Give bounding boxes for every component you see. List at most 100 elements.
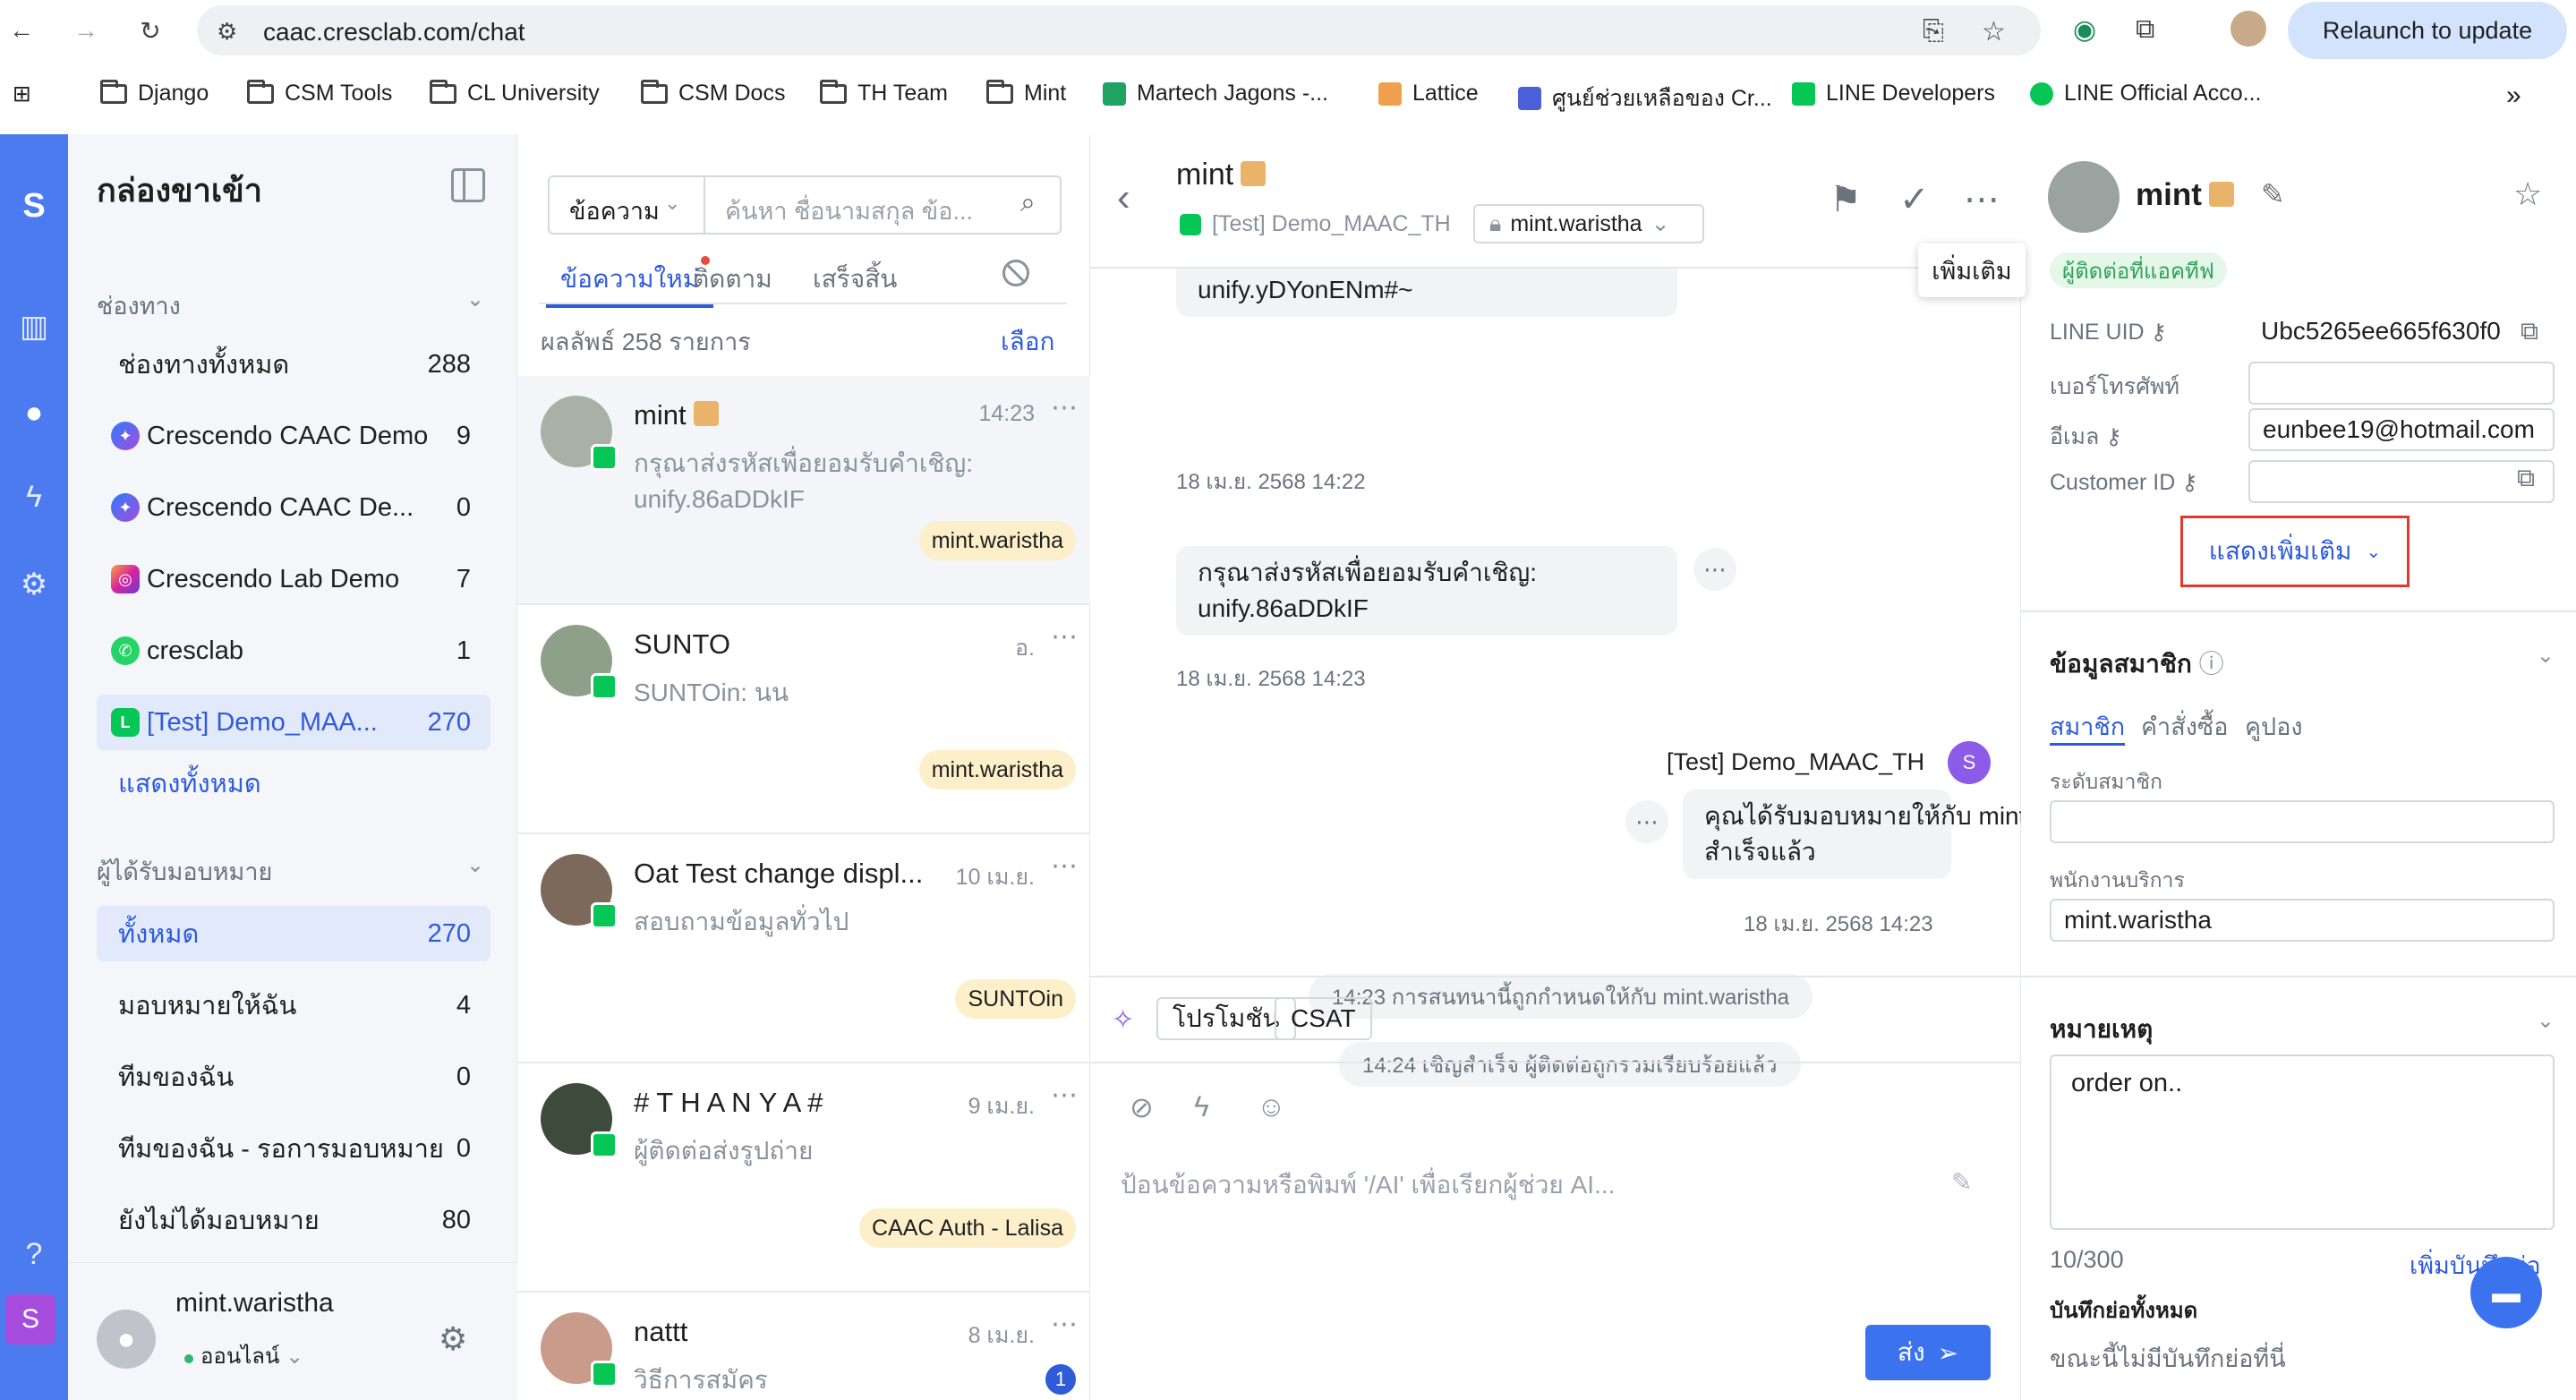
quick-action-icon[interactable]: ϟ xyxy=(1194,1090,1209,1123)
chevron-down-icon[interactable]: ⌄ xyxy=(664,192,680,215)
channel-cresclab[interactable]: ✆ cresclab 1 xyxy=(97,623,490,679)
tab-new-messages[interactable]: ข้อความใหม่ xyxy=(545,256,714,308)
email-field[interactable]: eunbee19@hotmail.com xyxy=(2248,408,2555,451)
install-app-icon[interactable]: ⎘ xyxy=(1923,16,1944,47)
settings-icon[interactable]: ⚙ xyxy=(0,562,68,607)
bookmark-help-center[interactable]: ศูนย์ช่วยเหลือของ Cr... xyxy=(1518,81,1772,116)
forward-arrow-icon[interactable]: → xyxy=(68,13,104,48)
blocked-filter-icon[interactable] xyxy=(1002,260,1029,286)
support-chat-button[interactable]: ▬ xyxy=(2470,1257,2542,1328)
back-chevron-icon[interactable]: ‹ xyxy=(1117,175,1130,220)
assignee-all[interactable]: ทั้งหมด 270 xyxy=(97,906,490,961)
profile-avatar[interactable] xyxy=(2231,11,2266,47)
search-filter-select[interactable]: ข้อความ xyxy=(569,192,660,230)
ai-wand-icon[interactable]: ✧ xyxy=(1112,1004,1134,1036)
resolve-check-icon[interactable]: ✓ xyxy=(1899,179,1930,220)
tab-done[interactable]: เสร็จสิ้น xyxy=(813,260,897,299)
note-textarea[interactable]: order on.. xyxy=(2050,1054,2555,1230)
copy-icon[interactable]: ⧉ xyxy=(2521,317,2538,346)
more-options-icon[interactable]: ⋯ xyxy=(1051,1080,1078,1111)
more-options-icon[interactable]: ⋯ xyxy=(1051,1309,1078,1340)
back-arrow-icon[interactable]: ← xyxy=(4,13,39,48)
more-options-icon[interactable]: ⋯ xyxy=(1964,179,2000,220)
flag-icon[interactable]: ⚑ xyxy=(1830,179,1862,220)
workspace-switch-icon[interactable]: S xyxy=(5,1294,55,1345)
message-input[interactable]: ป้อนข้อความหรือพิมพ์ '/AI' เพื่อเรียกผู้… xyxy=(1121,1165,1615,1205)
channel-all[interactable]: ช่องทางทั้งหมด 288 xyxy=(97,337,490,392)
channel-test-demo-maac[interactable]: L [Test] Demo_MAA... 270 xyxy=(97,695,490,750)
select-link[interactable]: เลือก xyxy=(1001,322,1055,362)
list-item[interactable]: nattt 8 เม.ย. ⋯ วิธีการสมัคร 1 xyxy=(517,1293,1090,1400)
assignee-my-team-pending[interactable]: ทีมของฉัน - รอการมอบหมาย 0 xyxy=(97,1121,490,1176)
more-options-icon[interactable]: ⋯ xyxy=(1051,850,1078,882)
staff-field[interactable]: mint.waristha xyxy=(2050,899,2555,942)
relaunch-button[interactable]: Relaunch to update xyxy=(2288,2,2567,59)
show-all-channels-link[interactable]: แสดงทั้งหมด xyxy=(118,763,261,804)
bookmark-martech[interactable]: Martech Jagons -... xyxy=(1103,81,1328,107)
extension-icon[interactable]: ◉ xyxy=(2073,14,2096,46)
tab-follow-up[interactable]: ติดตาม xyxy=(693,260,772,299)
bookmark-line-developers[interactable]: LINE Developers xyxy=(1792,81,1995,107)
channel-crescendo-caac-demo[interactable]: ✦ Crescendo CAAC Demo 9 xyxy=(97,408,490,464)
chevron-down-icon[interactable]: ⌄ xyxy=(466,286,484,312)
channel-crescendo-lab-demo[interactable]: ◎ Crescendo Lab Demo 7 xyxy=(97,551,490,607)
extensions-puzzle-icon[interactable]: ⧉ xyxy=(2136,14,2154,45)
tab-member[interactable]: สมาชิก xyxy=(2050,707,2126,746)
assignee-assigned-to-me[interactable]: มอบหมายให้ฉัน 4 xyxy=(97,977,490,1033)
chevron-down-icon[interactable]: ⌄ xyxy=(2537,1008,2555,1034)
bookmark-th-team[interactable]: TH Team xyxy=(820,79,948,107)
chat-icon[interactable]: ● xyxy=(0,390,68,435)
send-button[interactable]: ส่ง ➢ xyxy=(1865,1325,1991,1380)
analytics-icon[interactable]: ▥ xyxy=(0,304,68,349)
bookmark-csm-tools[interactable]: CSM Tools xyxy=(247,79,392,107)
tab-orders[interactable]: คำสั่งซื้อ xyxy=(2141,707,2228,746)
bookmark-line-oa[interactable]: LINE Official Acco... xyxy=(2030,81,2261,107)
more-options-icon[interactable]: ⋯ xyxy=(1051,621,1078,653)
collapse-sidebar-icon[interactable] xyxy=(451,168,485,202)
apps-grid-icon[interactable]: ⊞ xyxy=(13,81,31,107)
crescendo-logo-icon[interactable]: S xyxy=(0,179,68,233)
quick-reply-csat[interactable]: CSAT xyxy=(1275,997,1372,1040)
more-options-icon[interactable]: ⋯ xyxy=(1051,392,1078,423)
list-item[interactable]: mint 14:23 ⋯ กรุณาส่งรหัสเพื่อยอมรับคำเช… xyxy=(517,376,1090,605)
customer-id-field[interactable] xyxy=(2248,460,2555,503)
automation-icon[interactable]: ϟ xyxy=(0,474,68,519)
tab-coupons[interactable]: คูปอง xyxy=(2245,707,2303,746)
message-actions-icon[interactable]: ⋯ xyxy=(1625,800,1668,843)
site-settings-icon[interactable]: ⚙ xyxy=(217,18,237,46)
search-input[interactable]: ค้นหา ชื่อนามสกุล ข้อ... xyxy=(725,192,973,230)
bookmark-cl-university[interactable]: CL University xyxy=(430,79,600,107)
channel-crescendo-caac-de[interactable]: ✦ Crescendo CAAC De... 0 xyxy=(97,480,490,535)
assignee-dropdown[interactable]: 🔒︎ mint.waristha ⌄ xyxy=(1473,204,1704,243)
assignee-unassigned[interactable]: ยังไม่ได้มอบหมาย 80 xyxy=(97,1192,490,1248)
emoji-icon[interactable]: ☺ xyxy=(1257,1090,1286,1123)
list-item[interactable]: Oat Test change displ... 10 เม.ย. ⋯ สอบถ… xyxy=(517,834,1090,1063)
favorite-star-icon[interactable]: ☆ xyxy=(2513,175,2542,213)
user-settings-icon[interactable]: ⚙ xyxy=(439,1320,467,1358)
bookmark-csm-docs[interactable]: CSM Docs xyxy=(641,79,785,107)
bookmark-django[interactable]: Django xyxy=(100,79,209,107)
attach-icon[interactable]: ⊘ xyxy=(1130,1090,1154,1124)
reload-icon[interactable]: ↻ xyxy=(132,13,168,48)
address-bar[interactable]: ⚙ caac.cresclab.com/chat ⎘ ☆ xyxy=(197,5,2041,55)
list-item[interactable]: # T H A N Y A # 9 เม.ย. ⋯ ผู้ติดต่อส่งรู… xyxy=(517,1063,1090,1293)
edit-pencil-icon[interactable]: ✎ xyxy=(2261,177,2285,211)
more-bookmarks-icon[interactable]: » xyxy=(2506,81,2521,111)
bookmark-mint[interactable]: Mint xyxy=(986,79,1066,107)
help-icon[interactable]: ? xyxy=(0,1232,68,1276)
show-more-button[interactable]: แสดงเพิ่มเติม ⌄ xyxy=(2180,516,2410,587)
chevron-down-icon[interactable]: ⌄ xyxy=(466,852,484,878)
copy-icon[interactable]: ⧉ xyxy=(2517,464,2535,493)
list-item[interactable]: SUNTO อ. ⋯ SUNTOin: นน mint.waristha xyxy=(517,605,1090,834)
chevron-down-icon[interactable]: ⌄ xyxy=(2537,643,2555,669)
ai-assist-icon[interactable]: ✎ xyxy=(1951,1167,1972,1197)
assignee-my-team[interactable]: ทีมของฉัน 0 xyxy=(97,1049,490,1105)
phone-field[interactable] xyxy=(2248,362,2555,405)
message-time: 14:23 xyxy=(978,401,1035,426)
bookmark-star-icon[interactable]: ☆ xyxy=(1982,16,2006,47)
bookmark-lattice[interactable]: Lattice xyxy=(1378,81,1479,107)
member-level-field[interactable] xyxy=(2050,800,2555,843)
message-actions-icon[interactable]: ⋯ xyxy=(1693,548,1736,591)
user-status-dropdown[interactable]: ออนไลน์ ⌄ xyxy=(184,1338,303,1373)
search-icon[interactable]: ⌕ xyxy=(1020,188,1036,218)
